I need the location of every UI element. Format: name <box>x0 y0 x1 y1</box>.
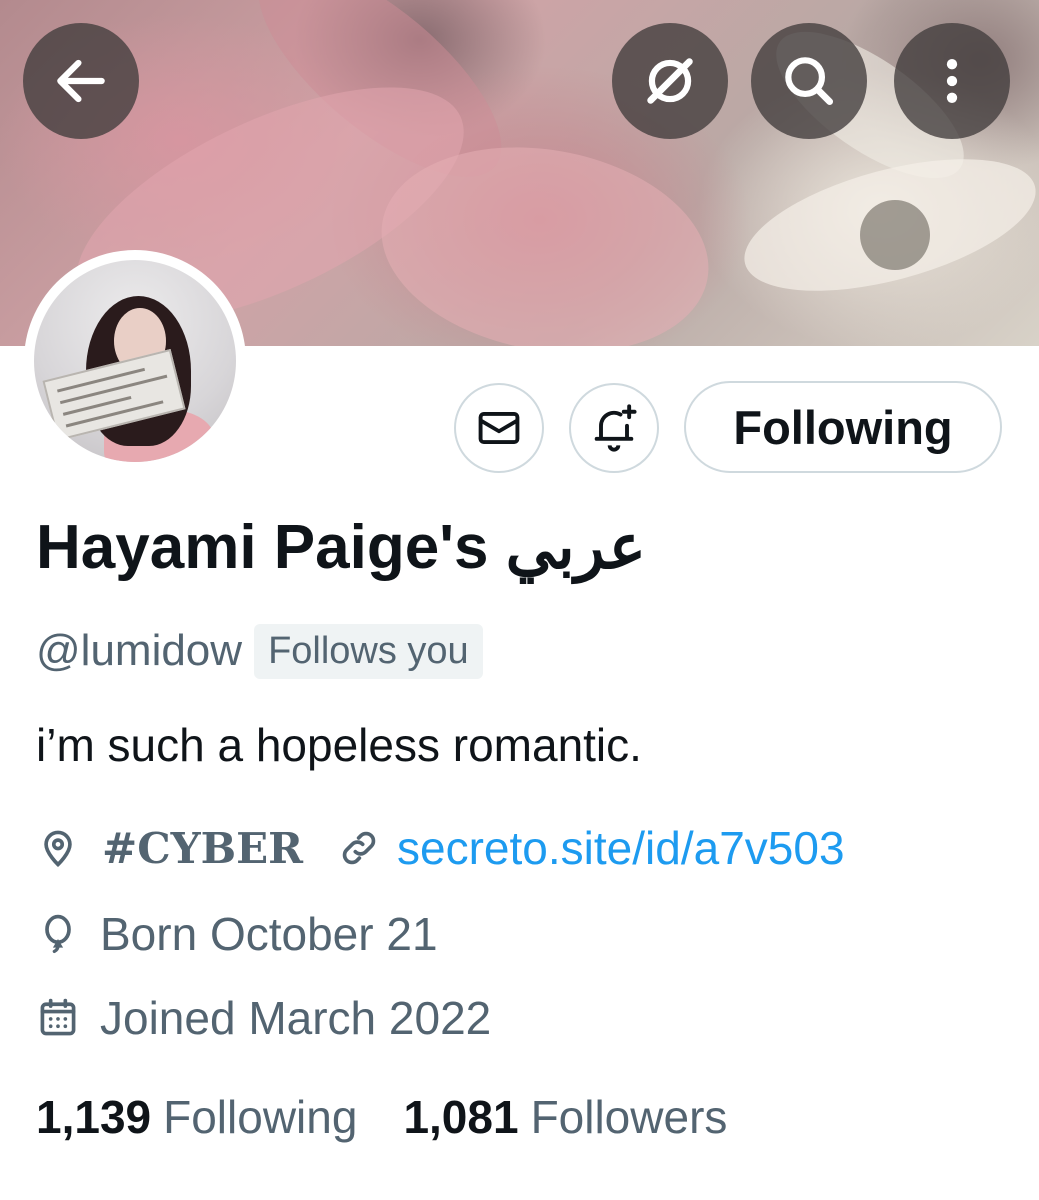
location-text: #CYBER <box>102 823 304 873</box>
avatar-image <box>34 260 236 462</box>
calendar-icon <box>40 998 76 1036</box>
bio: i’m such a hopeless romantic. <box>36 719 642 771</box>
search-button[interactable] <box>751 23 867 139</box>
following-label: Following <box>163 1091 358 1143</box>
joined-row: Joined March 2022 <box>36 988 491 1048</box>
joined-text: Joined March 2022 <box>100 992 492 1044</box>
followers-count: 1,081 <box>403 1091 519 1143</box>
back-button[interactable] <box>23 23 139 139</box>
search-icon <box>785 57 834 106</box>
grok-icon <box>647 58 693 104</box>
following-count: 1,139 <box>36 1091 152 1143</box>
message-button[interactable] <box>454 383 544 473</box>
follows-you-badge: Follows you <box>254 623 483 679</box>
notify-button[interactable] <box>569 383 659 473</box>
followers-label: Followers <box>530 1091 728 1143</box>
location-link-row: #CYBER secreto.site/id/a7v503 <box>36 818 845 878</box>
balloon-icon <box>45 914 71 954</box>
display-name: Hayami Paige's عربي <box>36 513 646 582</box>
banner-petal <box>860 200 930 270</box>
followers-stat[interactable]: 1,081 Followers <box>403 1090 727 1144</box>
bell-plus-icon <box>594 404 637 452</box>
website-link[interactable]: secreto.site/id/a7v503 <box>397 821 845 875</box>
more-button[interactable] <box>894 23 1010 139</box>
avatar[interactable] <box>24 250 246 472</box>
more-vertical-icon <box>946 59 958 103</box>
arrow-left-icon <box>57 59 105 103</box>
birthday-row: Born October 21 <box>36 904 438 964</box>
follow-stats: 1,139 Following 1,081 Followers <box>36 1086 727 1148</box>
following-button[interactable]: Following <box>684 381 1002 473</box>
mail-icon <box>478 411 520 445</box>
link-icon <box>342 831 376 865</box>
following-stat[interactable]: 1,139 Following <box>36 1090 357 1144</box>
birthday-text: Born October 21 <box>100 908 438 960</box>
handle-row: @lumidow Follows you <box>36 618 483 684</box>
location-pin-icon <box>44 830 72 868</box>
user-handle: @lumidow <box>36 626 243 675</box>
grok-button[interactable] <box>612 23 728 139</box>
